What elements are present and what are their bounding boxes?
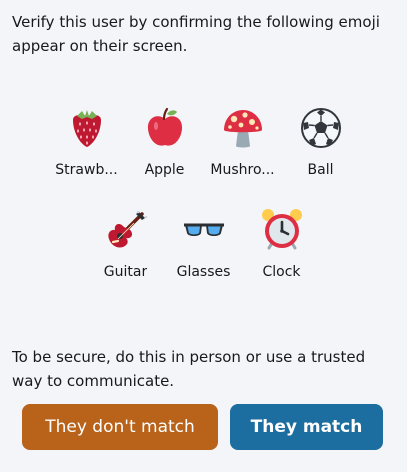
emoji-row-2: Guitar Glasses Clock (0, 206, 407, 281)
emoji-label-glasses: Glasses (176, 264, 231, 280)
they-match-button[interactable]: They match (230, 404, 383, 450)
clock-icon (258, 206, 306, 254)
verification-actions: They don't match They match (22, 404, 383, 450)
mushroom-icon (219, 104, 267, 152)
emoji-label-apple: Apple (144, 162, 185, 178)
verification-instructions: Verify this user by confirming the follo… (12, 13, 380, 55)
emoji-item-apple: Apple (130, 104, 200, 179)
emoji-row-1: Strawb... Apple Mushro... Ball (0, 104, 407, 179)
strawberry-icon (63, 104, 111, 152)
emoji-label-clock: Clock (262, 264, 301, 280)
guitar-icon (102, 206, 150, 254)
emoji-item-strawberry: Strawb... (52, 104, 122, 179)
emoji-label-strawberry: Strawb... (55, 162, 118, 178)
ball-icon (297, 104, 345, 152)
emoji-label-ball: Ball (307, 162, 334, 178)
emoji-item-glasses: Glasses (169, 206, 239, 281)
emoji-item-guitar: Guitar (91, 206, 161, 281)
emoji-item-ball: Ball (286, 104, 356, 179)
they-dont-match-button[interactable]: They don't match (22, 404, 218, 450)
emoji-label-mushroom: Mushro... (210, 162, 275, 178)
security-advice: To be secure, do this in person or use a… (12, 348, 366, 390)
glasses-icon (180, 206, 228, 254)
apple-icon (141, 104, 189, 152)
emoji-label-guitar: Guitar (103, 264, 148, 280)
verification-dialog: Verify this user by confirming the follo… (0, 0, 407, 472)
emoji-item-clock: Clock (247, 206, 317, 281)
emoji-item-mushroom: Mushro... (208, 104, 278, 179)
